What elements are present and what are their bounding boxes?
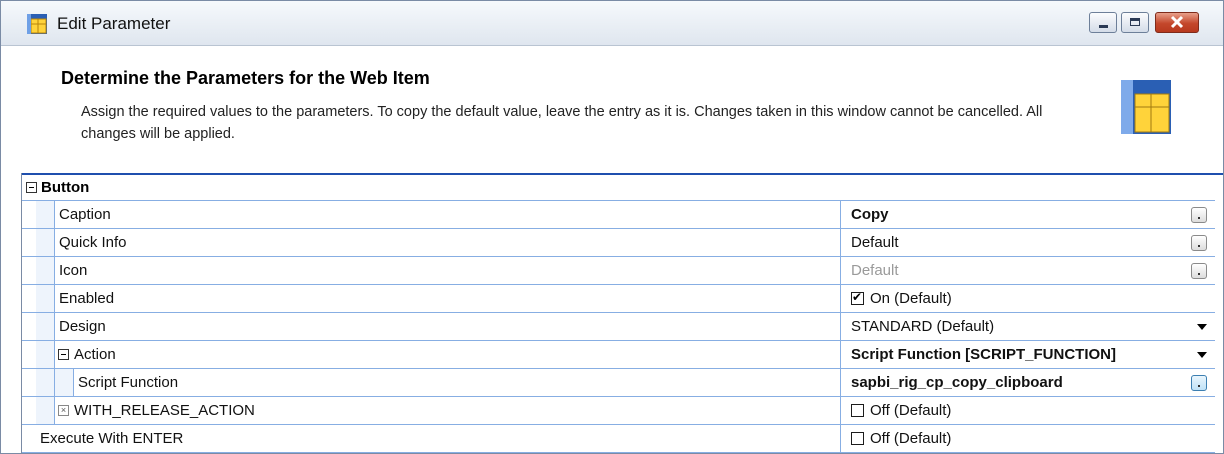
- ellipsis-icon[interactable]: [1191, 263, 1207, 279]
- close-button[interactable]: [1155, 12, 1199, 33]
- parameter-row-enabled[interactable]: Enabled On (Default): [22, 285, 1215, 313]
- parameter-row-icon[interactable]: Icon Default: [22, 257, 1215, 285]
- ellipsis-icon[interactable]: [1191, 375, 1207, 391]
- window-title: Edit Parameter: [57, 14, 171, 33]
- dropdown-arrow-icon[interactable]: [1197, 352, 1207, 358]
- value-text: Default: [851, 262, 899, 279]
- row-gutter: [36, 201, 55, 228]
- parameter-value[interactable]: Copy: [841, 201, 1215, 228]
- row-gutter: [36, 285, 55, 312]
- row-gutter: [36, 397, 55, 424]
- parameter-name-text: Action: [74, 346, 116, 363]
- value-text: sapbi_rig_cp_copy_clipboard: [851, 374, 1063, 391]
- dialog-header: Determine the Parameters for the Web Ite…: [1, 46, 1223, 173]
- parameter-row-caption[interactable]: Caption Copy: [22, 201, 1215, 229]
- dialog-description: Assign the required values to the parame…: [81, 104, 1043, 142]
- row-gutter: [55, 369, 74, 396]
- value-text: Off (Default): [870, 430, 952, 447]
- row-gutter: [36, 313, 55, 340]
- parameter-name: Action: [55, 341, 841, 368]
- checkbox-unchecked[interactable]: [851, 432, 864, 445]
- parameter-value[interactable]: STANDARD (Default): [841, 313, 1215, 340]
- parameter-row-execute-with-enter[interactable]: Execute With ENTER Off (Default): [22, 425, 1215, 453]
- checkbox-unchecked[interactable]: [851, 404, 864, 417]
- row-gutter: [36, 341, 55, 368]
- parameter-name: Caption: [55, 201, 841, 228]
- row-gutter: [36, 257, 55, 284]
- parameter-name: Execute With ENTER: [36, 425, 841, 452]
- group-label: Button: [41, 179, 90, 196]
- value-text: Script Function [SCRIPT_FUNCTION]: [851, 346, 1116, 363]
- group-row-button[interactable]: Button: [22, 175, 1215, 201]
- close-icon: [1170, 15, 1184, 29]
- parameter-row-design[interactable]: Design STANDARD (Default): [22, 313, 1215, 341]
- parameter-value[interactable]: Default: [841, 257, 1215, 284]
- parameter-row-script-function[interactable]: Script Function sapbi_rig_cp_copy_clipbo…: [22, 369, 1215, 397]
- title-bar[interactable]: Edit Parameter: [1, 1, 1223, 46]
- row-gutter: [36, 369, 55, 396]
- minimize-button[interactable]: [1089, 12, 1117, 33]
- parameter-name: Script Function: [74, 369, 841, 396]
- parameter-value[interactable]: Default: [841, 229, 1215, 256]
- value-text: STANDARD (Default): [851, 318, 995, 335]
- ellipsis-icon[interactable]: [1191, 207, 1207, 223]
- collapse-icon[interactable]: [58, 349, 69, 360]
- parameter-value[interactable]: On (Default): [841, 285, 1215, 312]
- parameter-value[interactable]: Off (Default): [841, 425, 1215, 452]
- edit-parameter-window: Edit Parameter Determine the Parameters …: [0, 0, 1224, 454]
- minimize-icon: [1099, 25, 1108, 28]
- parameter-name: Design: [55, 313, 841, 340]
- ellipsis-icon[interactable]: [1191, 235, 1207, 251]
- maximize-icon: [1130, 18, 1140, 26]
- value-text: Copy: [851, 206, 889, 223]
- web-item-icon: [1121, 80, 1171, 134]
- value-text: On (Default): [870, 290, 952, 307]
- value-text: Default: [851, 234, 899, 251]
- parameter-row-action[interactable]: Action Script Function [SCRIPT_FUNCTION]: [22, 341, 1215, 369]
- dialog-heading: Determine the Parameters for the Web Ite…: [61, 68, 430, 88]
- parameter-name: Icon: [55, 257, 841, 284]
- parameter-name: × WITH_RELEASE_ACTION: [55, 397, 841, 424]
- value-text: Off (Default): [870, 402, 952, 419]
- parameter-value[interactable]: Script Function [SCRIPT_FUNCTION]: [841, 341, 1215, 368]
- dropdown-arrow-icon[interactable]: [1197, 324, 1207, 330]
- unavailable-expander-icon: ×: [58, 405, 69, 416]
- maximize-button[interactable]: [1121, 12, 1149, 33]
- row-gutter: [36, 229, 55, 256]
- parameter-name-text: WITH_RELEASE_ACTION: [74, 402, 255, 419]
- parameter-name: Enabled: [55, 285, 841, 312]
- parameter-row-quick-info[interactable]: Quick Info Default: [22, 229, 1215, 257]
- parameter-value[interactable]: sapbi_rig_cp_copy_clipboard: [841, 369, 1215, 396]
- checkbox-checked[interactable]: [851, 290, 864, 305]
- parameter-grid: Button Caption Copy Quick Info Default I…: [22, 175, 1215, 453]
- parameter-value[interactable]: Off (Default): [841, 397, 1215, 424]
- edit-parameter-icon: [27, 14, 47, 34]
- parameter-row-with-release-action[interactable]: × WITH_RELEASE_ACTION Off (Default): [22, 397, 1215, 425]
- parameter-name: Quick Info: [55, 229, 841, 256]
